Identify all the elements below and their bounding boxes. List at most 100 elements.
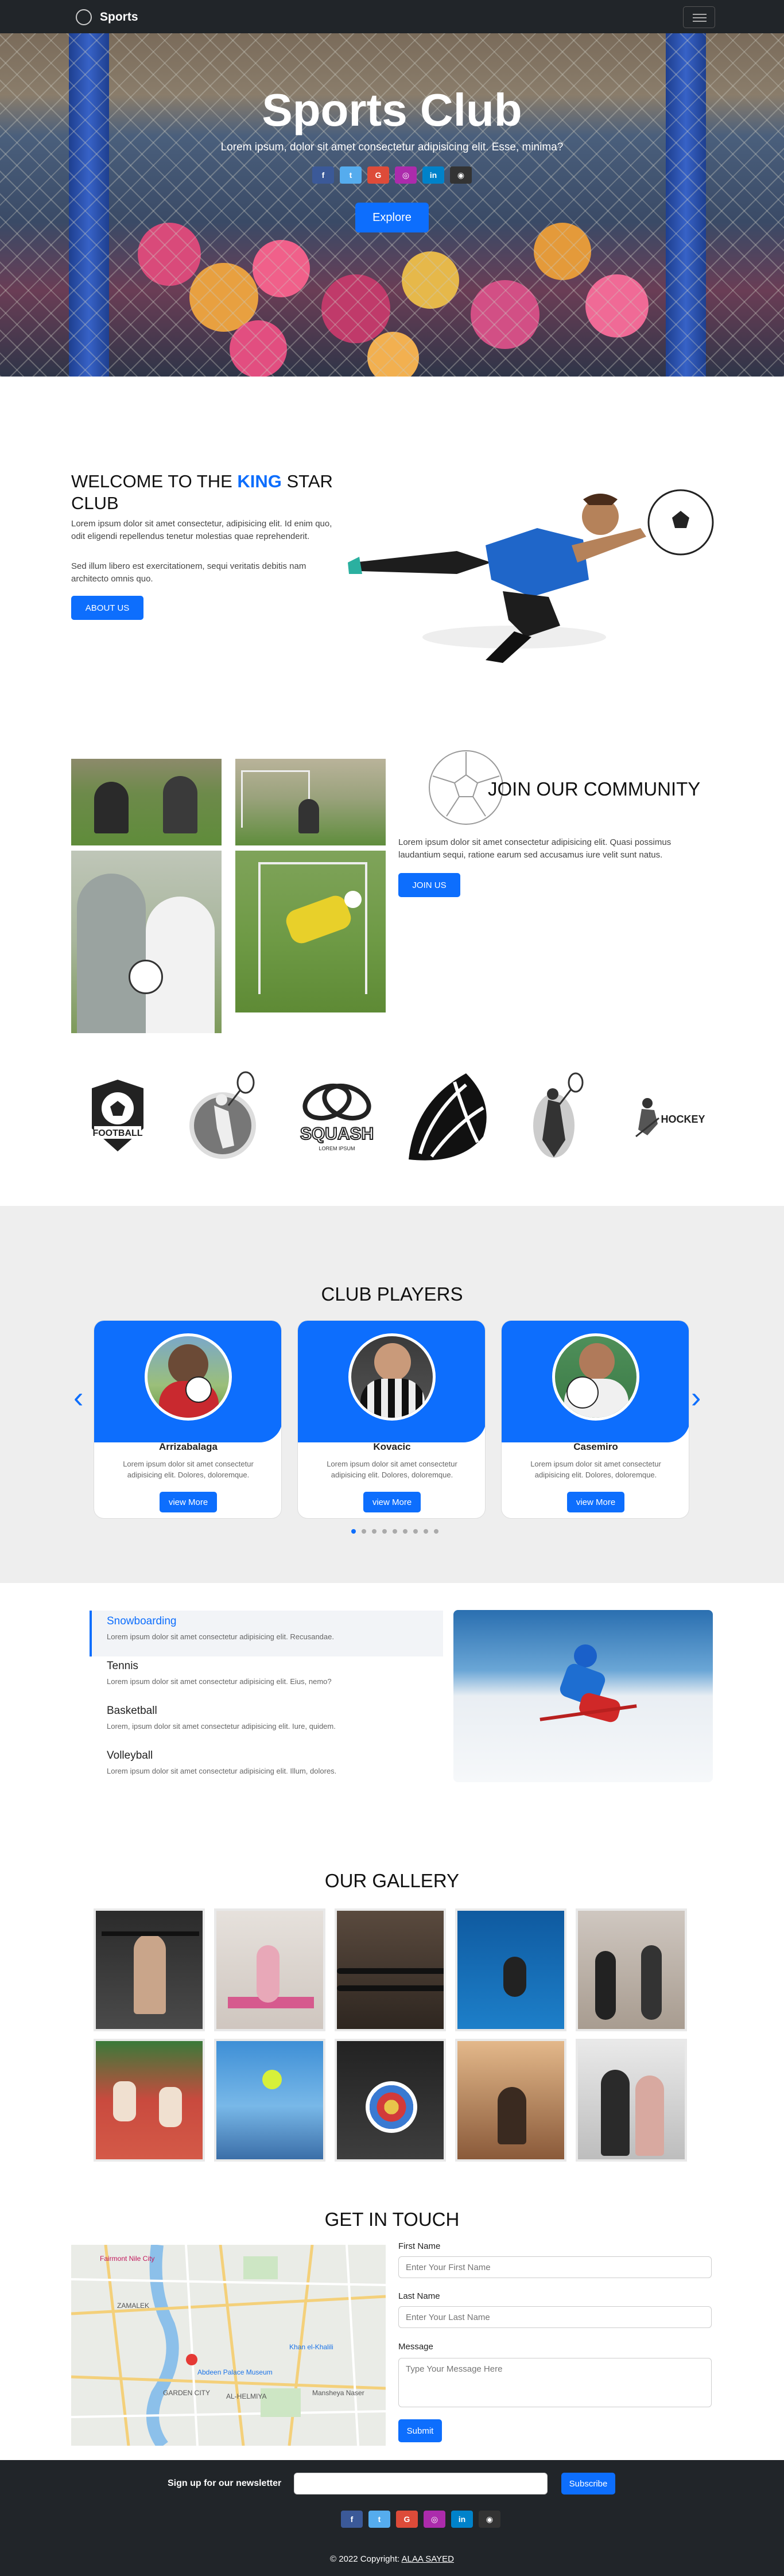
menu-toggle-button[interactable] (683, 6, 715, 28)
hamburger-icon (693, 14, 707, 15)
carousel-dot[interactable] (372, 1529, 377, 1534)
gallery-image-running[interactable] (94, 2039, 205, 2162)
view-more-button[interactable]: view More (363, 1492, 421, 1512)
last-name-input[interactable] (398, 2306, 712, 2328)
hockey-logo-text: HOCKEY (661, 1114, 705, 1125)
hero-title: Sports Club (262, 84, 522, 135)
carousel-prev-button[interactable]: ‹ (73, 1380, 83, 1415)
instagram-icon[interactable]: ◎ (424, 2511, 445, 2528)
hero-social-links: f t G ◎ in ◉ (305, 166, 479, 184)
player-description: Lorem ipsum dolor sit amet consectetur a… (327, 1460, 457, 1479)
basketball-logo-icon (409, 1073, 487, 1161)
gallery-image-weightlifting[interactable] (94, 1908, 205, 2031)
linkedin-icon[interactable]: in (422, 166, 444, 184)
map-label-abdeen: Abdeen Palace Museum (197, 2368, 273, 2376)
player-description: Lorem ipsum dolor sit amet consectetur a… (530, 1460, 661, 1479)
gallery-image-boxing[interactable] (576, 2039, 687, 2162)
github-icon[interactable]: ◉ (450, 166, 472, 184)
community-text: Lorem ipsum dolor sit amet consectetur a… (398, 837, 672, 860)
gallery-image-tennis[interactable] (214, 2039, 325, 2162)
carousel-dot[interactable] (382, 1529, 387, 1534)
twitter-icon[interactable]: t (340, 166, 362, 184)
community-photo-stretch (71, 759, 222, 845)
message-textarea[interactable] (398, 2358, 712, 2407)
carousel-dot[interactable] (434, 1529, 438, 1534)
view-more-button[interactable]: view More (567, 1492, 624, 1512)
sports-item-title: Volleyball (107, 1749, 153, 1762)
sports-item-desc: Lorem ipsum dolor sit amet consectetur a… (107, 1767, 337, 1775)
view-more-button[interactable]: view More (160, 1492, 217, 1512)
gallery-image-yoga-class[interactable] (214, 1908, 325, 2031)
community-photo-goal (235, 759, 386, 845)
google-icon[interactable]: G (367, 166, 389, 184)
carousel-dot[interactable] (362, 1529, 366, 1534)
instagram-icon[interactable]: ◎ (395, 166, 417, 184)
facebook-icon[interactable]: f (341, 2511, 363, 2528)
map-label-mansheya: Mansheya Naser (312, 2389, 364, 2397)
navbar: Sports (0, 0, 784, 33)
subscribe-button[interactable]: Subscribe (561, 2473, 615, 2494)
copyright: © 2022 Copyright: ALAA SAYED (0, 2554, 784, 2564)
player-card: Arrizabalaga Lorem ipsum dolor sit amet … (94, 1320, 282, 1519)
sports-item-title: Basketball (107, 1705, 157, 1717)
hero-subtitle: Lorem ipsum, dolor sit amet consectetur … (220, 141, 564, 153)
map-label-helmiya: AL-HELMIYA (226, 2392, 266, 2400)
ball-logo-icon[interactable] (76, 9, 92, 25)
carousel-dot[interactable] (393, 1529, 397, 1534)
sports-item-desc: Lorem ipsum dolor sit amet consectetur a… (107, 1677, 332, 1686)
sports-list-item[interactable]: Tennis Lorem ipsum dolor sit amet consec… (90, 1660, 440, 1686)
carousel-dot[interactable] (403, 1529, 407, 1534)
footer-social-links: f t G ◎ in ◉ (333, 2511, 509, 2528)
snowboarding-image (453, 1610, 713, 1782)
community-title: JOIN OUR COMMUNITY (488, 778, 701, 800)
carousel-indicators (351, 1529, 438, 1534)
facebook-icon[interactable]: f (312, 166, 334, 184)
join-us-button[interactable]: JOIN US (398, 873, 460, 897)
carousel-dot[interactable] (424, 1529, 428, 1534)
explore-button[interactable]: Explore (355, 203, 429, 232)
player-card: Casemiro Lorem ipsum dolor sit amet cons… (501, 1320, 689, 1519)
copyright-text: © 2022 Copyright: (330, 2554, 402, 2564)
newsletter-email-input[interactable] (294, 2473, 548, 2494)
carousel-dot[interactable] (413, 1529, 418, 1534)
gallery-image-volleyball[interactable] (576, 1908, 687, 2031)
author-link[interactable]: ALAA SAYED (402, 2554, 454, 2564)
sports-list-item[interactable]: Snowboarding Lorem ipsum dolor sit amet … (90, 1615, 440, 1641)
linkedin-icon[interactable]: in (451, 2511, 473, 2528)
map-label-zamalek: ZAMALEK (117, 2302, 149, 2310)
twitter-icon[interactable]: t (368, 2511, 390, 2528)
gallery-title: OUR GALLERY (324, 1870, 460, 1891)
message-label: Message (398, 2342, 433, 2352)
player-avatar (348, 1333, 436, 1421)
gallery-image-meditation[interactable] (455, 2039, 566, 2162)
club-players-title: CLUB PLAYERS (321, 1283, 463, 1305)
map-label-garden-city: GARDEN CITY (163, 2389, 210, 2397)
newsletter-label: Sign up for our newsletter (168, 2478, 282, 2488)
about-us-button[interactable]: ABOUT US (71, 596, 143, 620)
first-name-input[interactable] (398, 2256, 712, 2278)
squash-logo-subtext: LOREM IPSUM (319, 1146, 355, 1151)
brand-name[interactable]: Sports (100, 10, 138, 24)
football-player-image (348, 489, 714, 663)
gallery-image-archery[interactable] (335, 2039, 446, 2162)
welcome-title-pre: WELCOME TO THE (71, 471, 238, 491)
welcome-paragraph-2: Sed illum libero est exercitationem, seq… (71, 561, 306, 584)
github-icon[interactable]: ◉ (479, 2511, 500, 2528)
gallery-image-swimming[interactable] (455, 1908, 566, 2031)
hockey-logo-icon: HOCKEY (635, 1098, 705, 1138)
gallery-image-battle-ropes[interactable] (335, 1908, 446, 2031)
submit-button[interactable]: Submit (398, 2419, 442, 2442)
location-map[interactable]: ZAMALEK GARDEN CITY AL-HELMIYA Mansheya … (71, 2245, 386, 2446)
carousel-dot[interactable] (351, 1529, 356, 1534)
player-name: Casemiro (573, 1441, 618, 1452)
football-logo-text: FOOTBALL (92, 1128, 142, 1138)
player-card: Kovacic Lorem ipsum dolor sit amet conse… (297, 1320, 486, 1519)
welcome-title-king: KING (237, 471, 282, 491)
carousel-next-button[interactable]: › (691, 1380, 701, 1415)
map-label-fairmont: Fairmont Nile City (100, 2255, 154, 2263)
sports-list-item[interactable]: Basketball Lorem, ipsum dolor sit amet c… (90, 1705, 440, 1731)
community-photo-friends (71, 851, 222, 1033)
last-name-label: Last Name (398, 2291, 440, 2301)
sports-list-item[interactable]: Volleyball Lorem ipsum dolor sit amet co… (90, 1749, 440, 1775)
google-icon[interactable]: G (396, 2511, 418, 2528)
